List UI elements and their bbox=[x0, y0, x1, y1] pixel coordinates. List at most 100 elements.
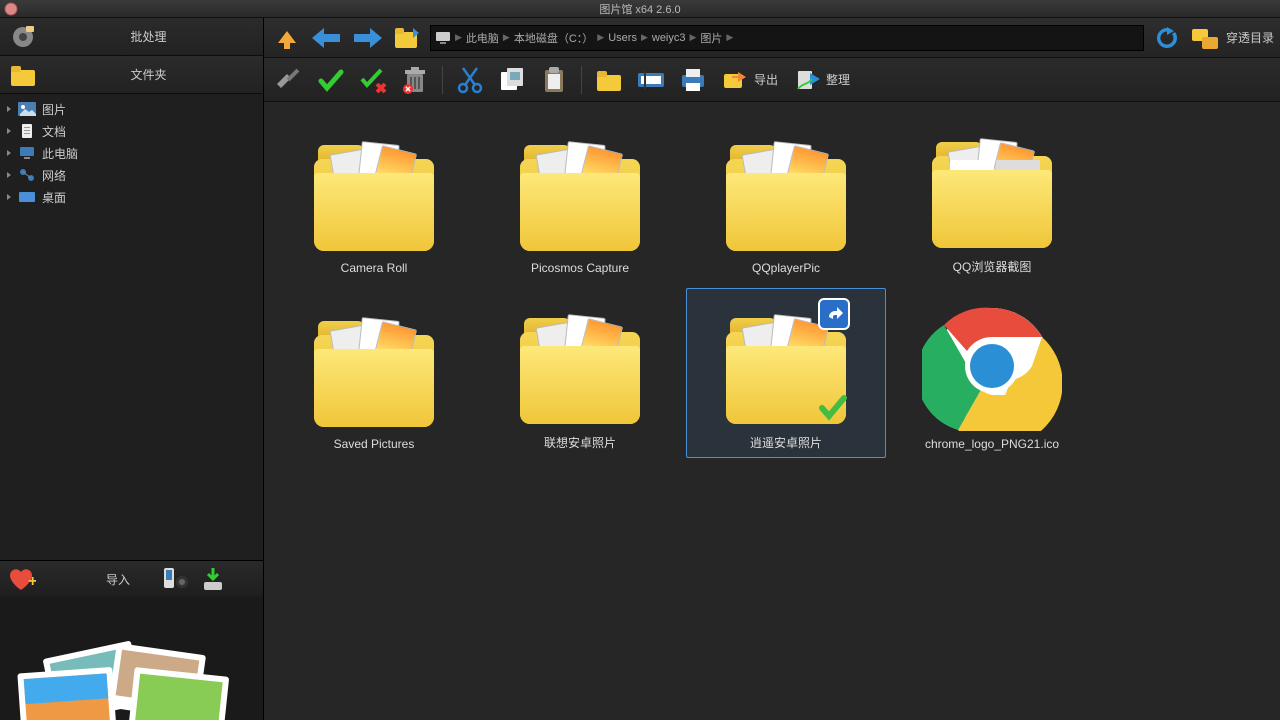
refresh-button[interactable] bbox=[1150, 23, 1184, 53]
rename-button[interactable] bbox=[634, 63, 668, 97]
breadcrumb-arrow-icon: ▶ bbox=[641, 32, 648, 43]
separator bbox=[442, 66, 443, 94]
batch-process-button[interactable]: 批处理 bbox=[0, 18, 263, 56]
check-x-button[interactable] bbox=[356, 63, 390, 97]
folder-thumbnail-icon bbox=[304, 125, 444, 255]
tree-item-documents[interactable]: 文档 bbox=[0, 120, 263, 142]
import-label: 导入 bbox=[106, 571, 130, 588]
organize-button[interactable]: 整理 bbox=[790, 67, 854, 93]
item-name: Picosmos Capture bbox=[531, 261, 629, 275]
window-title: 图片馆 x64 2.6.0 bbox=[599, 1, 680, 17]
shortcut-badge-icon bbox=[818, 298, 850, 330]
grid-item[interactable]: Picosmos Capture bbox=[480, 112, 680, 282]
tools-button[interactable] bbox=[272, 63, 306, 97]
chevron-right-icon bbox=[4, 192, 14, 202]
photo-stack-preview bbox=[10, 620, 250, 720]
import-download-icon[interactable] bbox=[200, 566, 226, 592]
favorite-icon[interactable]: + bbox=[6, 566, 36, 592]
folder-thumbnail-icon bbox=[304, 301, 444, 431]
tree-item-desktop[interactable]: 桌面 bbox=[0, 186, 263, 208]
computer-path-icon bbox=[435, 31, 451, 45]
organize-label: 整理 bbox=[826, 71, 850, 88]
item-name: 联想安卓照片 bbox=[544, 434, 616, 451]
path-bar[interactable]: ▶ 此电脑 ▶ 本地磁盘（C：） ▶ Users ▶ weiyc3 ▶ 图片 ▶ bbox=[430, 25, 1144, 51]
folder-icon bbox=[8, 60, 38, 90]
browse-folder-button[interactable] bbox=[390, 23, 424, 53]
chrome-icon bbox=[922, 301, 1062, 431]
tree-label: 桌面 bbox=[42, 189, 66, 206]
folder-panel-button[interactable]: 文件夹 bbox=[0, 56, 263, 94]
path-segment[interactable]: weiyc3 bbox=[652, 32, 686, 44]
batch-label: 批处理 bbox=[42, 28, 255, 45]
grid-item[interactable]: QQ浏览器截图 bbox=[892, 112, 1092, 282]
breadcrumb-arrow-icon: ▶ bbox=[503, 32, 510, 43]
document-icon bbox=[18, 124, 36, 138]
folder-thumbnail-icon bbox=[716, 125, 856, 255]
organize-icon bbox=[794, 67, 822, 93]
svg-text:+: + bbox=[28, 573, 36, 590]
separator bbox=[581, 66, 582, 94]
new-folder-button[interactable] bbox=[592, 63, 626, 97]
tree-item-pictures[interactable]: 图片 bbox=[0, 98, 263, 120]
grid-item[interactable]: Saved Pictures bbox=[274, 288, 474, 458]
folder-thumbnail-icon bbox=[922, 122, 1062, 252]
tree-item-network[interactable]: 网络 bbox=[0, 164, 263, 186]
path-segment[interactable]: 本地磁盘（C：） bbox=[514, 30, 593, 46]
breadcrumb-arrow-icon: ▶ bbox=[455, 32, 462, 43]
tree-label: 网络 bbox=[42, 167, 66, 184]
copy-button[interactable] bbox=[495, 63, 529, 97]
tree-label: 图片 bbox=[42, 101, 66, 118]
tree-label: 此电脑 bbox=[42, 145, 78, 162]
item-name: chrome_logo_PNG21.ico bbox=[925, 437, 1059, 451]
gear-photo-icon bbox=[8, 22, 38, 52]
chevron-right-icon bbox=[4, 170, 14, 180]
through-dir-label: 穿透目录 bbox=[1226, 29, 1274, 46]
item-name: Camera Roll bbox=[341, 261, 408, 275]
grid-item[interactable]: 联想安卓照片 bbox=[480, 288, 680, 458]
item-name: QQplayerPic bbox=[752, 261, 820, 275]
breadcrumb-arrow-icon: ▶ bbox=[690, 32, 697, 43]
forward-button[interactable] bbox=[350, 23, 384, 53]
chevron-right-icon bbox=[4, 148, 14, 158]
grid-item[interactable]: 逍遥安卓照片 bbox=[686, 288, 886, 458]
through-dir-button[interactable]: 穿透目录 bbox=[1190, 25, 1274, 51]
folder-label: 文件夹 bbox=[42, 66, 255, 83]
cut-button[interactable] bbox=[453, 63, 487, 97]
check-button[interactable] bbox=[314, 63, 348, 97]
paste-button[interactable] bbox=[537, 63, 571, 97]
folder-thumbnail-icon bbox=[510, 125, 650, 255]
print-button[interactable] bbox=[676, 63, 710, 97]
export-icon bbox=[722, 68, 750, 92]
delete-button[interactable] bbox=[398, 63, 432, 97]
toolbar: 导出 整理 bbox=[264, 58, 1280, 102]
chevron-right-icon bbox=[4, 104, 14, 114]
export-button[interactable]: 导出 bbox=[718, 68, 782, 92]
app-icon bbox=[4, 2, 18, 16]
folder-tree: 图片 文档 此电脑 网络 桌面 bbox=[0, 94, 263, 560]
nav-bar: ▶ 此电脑 ▶ 本地磁盘（C：） ▶ Users ▶ weiyc3 ▶ 图片 ▶… bbox=[264, 18, 1280, 58]
check-badge-icon bbox=[818, 392, 848, 422]
title-bar: 图片馆 x64 2.6.0 bbox=[0, 0, 1280, 18]
export-label: 导出 bbox=[754, 71, 778, 88]
computer-icon bbox=[18, 146, 36, 160]
breadcrumb-arrow-icon: ▶ bbox=[726, 32, 733, 43]
folders-stack-icon bbox=[1190, 25, 1220, 51]
path-segment[interactable]: Users bbox=[608, 32, 637, 44]
grid-item[interactable]: QQplayerPic bbox=[686, 112, 886, 282]
grid-item[interactable]: Camera Roll bbox=[274, 112, 474, 282]
import-device-icon[interactable] bbox=[160, 566, 190, 592]
preview-panel: + 导入 bbox=[0, 560, 263, 720]
up-button[interactable] bbox=[270, 23, 304, 53]
sidebar: 批处理 文件夹 图片 文档 此电脑 bbox=[0, 18, 264, 720]
folder-thumbnail-icon bbox=[510, 298, 650, 428]
path-segment[interactable]: 此电脑 bbox=[466, 30, 499, 46]
path-segment[interactable]: 图片 bbox=[700, 30, 722, 46]
tree-item-computer[interactable]: 此电脑 bbox=[0, 142, 263, 164]
breadcrumb-arrow-icon: ▶ bbox=[597, 32, 604, 43]
tree-label: 文档 bbox=[42, 123, 66, 140]
content-grid[interactable]: Camera Roll Picosmos Capture QQplayerPic QQ… bbox=[264, 102, 1280, 720]
back-button[interactable] bbox=[310, 23, 344, 53]
pictures-icon bbox=[18, 102, 36, 116]
network-icon bbox=[18, 168, 36, 182]
grid-item[interactable]: chrome_logo_PNG21.ico bbox=[892, 288, 1092, 458]
